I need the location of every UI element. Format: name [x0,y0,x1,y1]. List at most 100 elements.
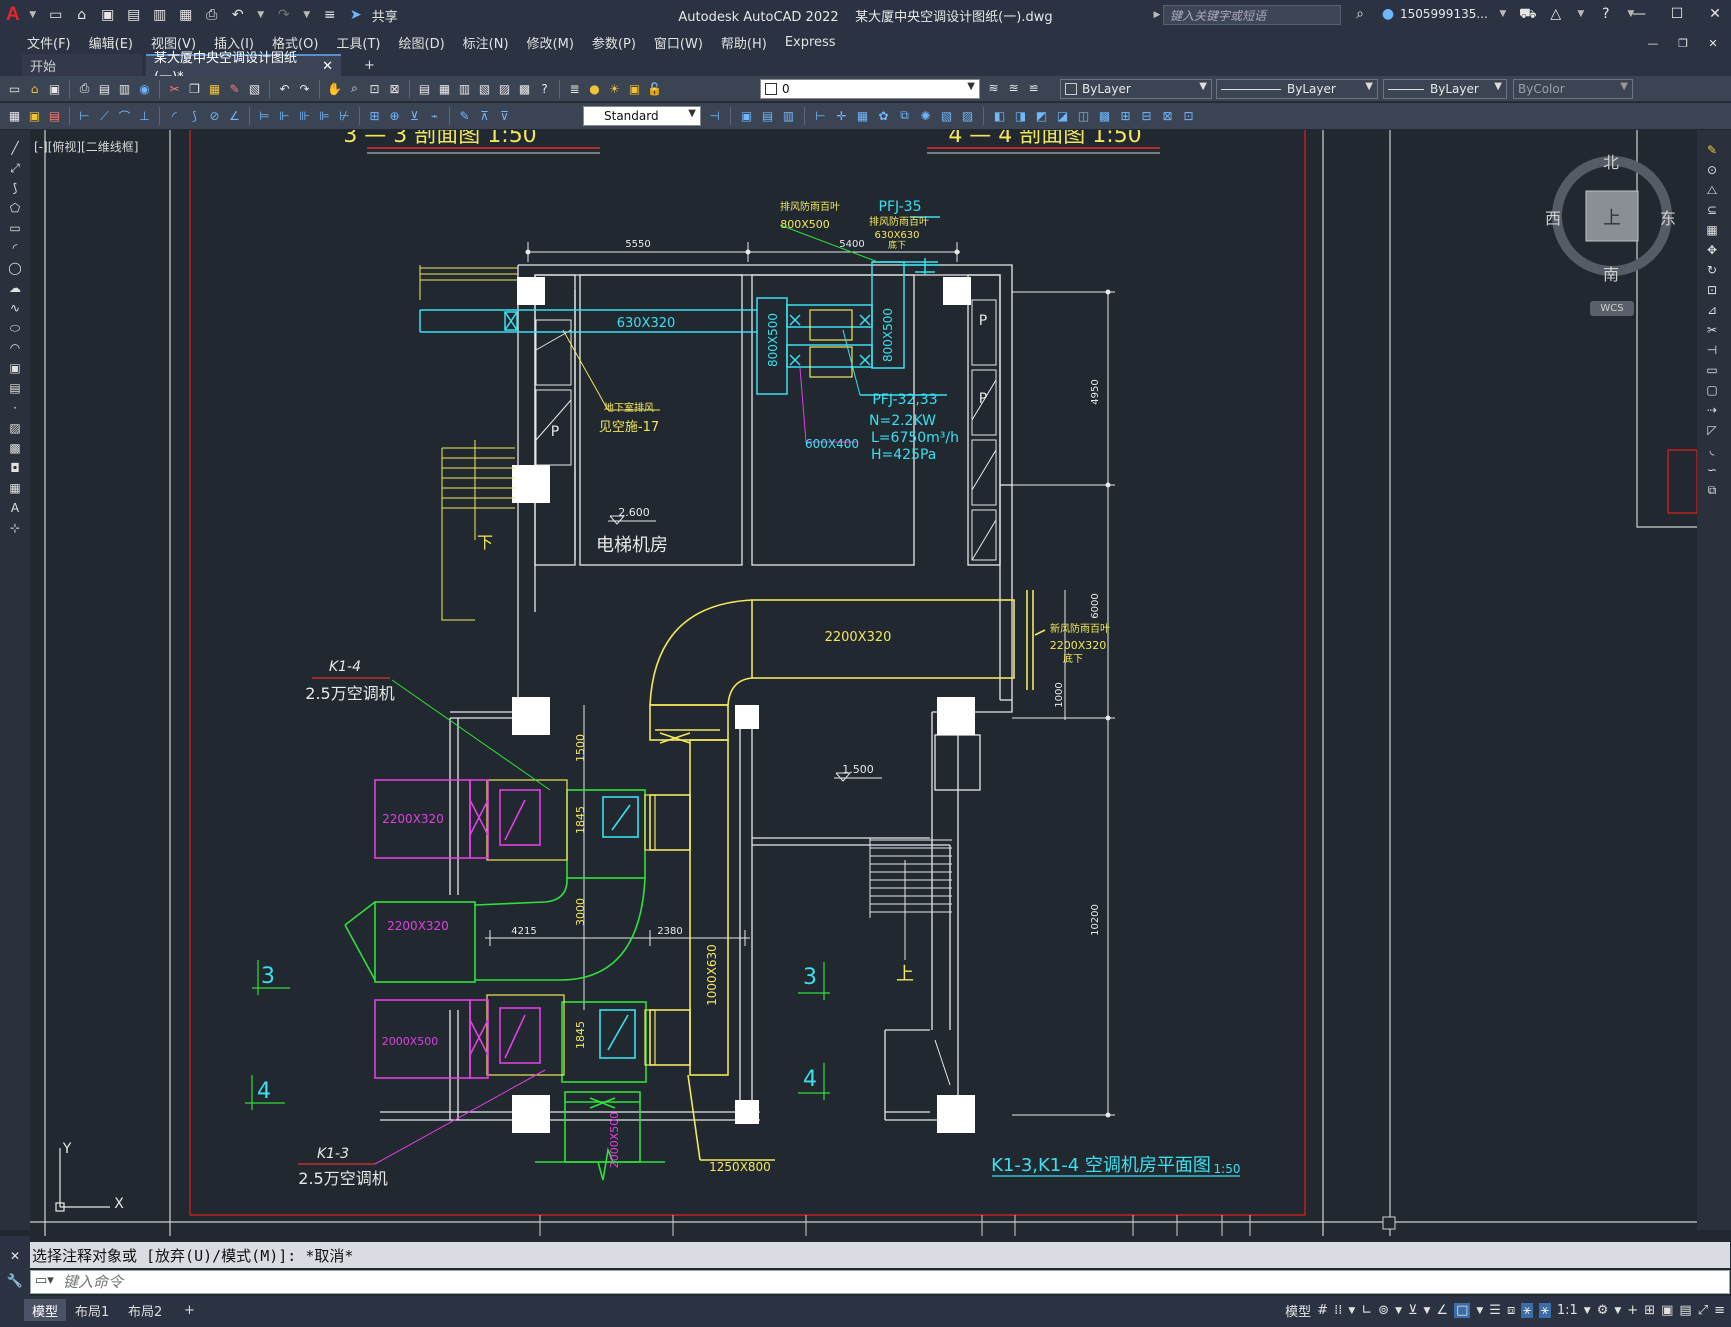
group-icon[interactable]: ▣ [738,107,755,124]
erase-icon[interactable]: ✎ [1704,142,1720,158]
add-vertex-icon[interactable]: ✛ [833,107,850,124]
fillet-icon[interactable]: ◟ [1704,442,1720,458]
tab-model[interactable]: 模型 [24,1299,67,1321]
help-icon[interactable]: ? [1596,4,1616,24]
dimedit-icon[interactable]: ✎ [456,108,473,125]
doc-minimize-icon[interactable]: — [1643,33,1663,53]
mtext-icon[interactable]: A [7,500,23,516]
redo-dropdown-icon[interactable]: ▼ [300,5,314,25]
stretch-icon[interactable]: ⊿ [1704,302,1720,318]
annotation-scale[interactable]: 1:1 [1557,1303,1578,1318]
move-icon[interactable]: ✥ [1704,242,1720,258]
dim-linear-icon[interactable]: ⊢ [76,108,93,125]
arc-icon[interactable]: ◜ [7,240,23,256]
rotate-icon[interactable]: ↻ [1704,262,1720,278]
break-icon[interactable]: ▢ [1704,382,1720,398]
cart-icon[interactable]: ⛟ [1518,4,1538,24]
text-front-icon[interactable]: ◫ [1075,107,1092,124]
polyline-icon[interactable]: ⟆ [7,180,23,196]
circle-icon[interactable]: ◯ [7,260,23,276]
workspace-dropdown-icon[interactable]: ▼ [1614,1306,1621,1316]
tb-open-icon[interactable]: ⌂ [26,80,43,97]
save-as-icon[interactable]: ▤ [124,5,144,25]
app-dropdown-icon[interactable]: ▼ [1574,4,1588,24]
ellipse-icon[interactable]: ⬭ [7,320,23,336]
app-logo-icon[interactable]: A [6,4,20,26]
tb-orbit-icon[interactable]: ▣ [26,108,43,125]
leader-front-icon[interactable]: ⊟ [1138,107,1155,124]
tb-calculator-icon[interactable]: ▩ [516,80,533,97]
plotstyle-dropdown[interactable]: ByColor ▼ [1513,79,1633,99]
close-icon[interactable]: ✕ [1705,4,1725,24]
explode-icon[interactable]: ⧉ [1704,482,1720,498]
region-icon[interactable]: ◘ [7,460,23,476]
menu-express[interactable]: Express [776,35,845,50]
lineweight-dropdown[interactable]: ByLayer ▼ [1383,79,1507,99]
dim-continue-icon[interactable]: ⊪ [296,108,313,125]
tb-preview-icon[interactable]: ▤ [96,80,113,97]
table-icon[interactable]: ▦ [7,480,23,496]
menu-file[interactable]: 文件(F) [18,33,80,52]
object-track-icon[interactable]: ∠ [1436,1303,1448,1318]
tb-matchprop-icon[interactable]: ✎ [226,80,243,97]
array-icon[interactable]: ▦ [1704,222,1720,238]
inspect-icon[interactable]: ⊻ [406,108,423,125]
dimstyle-manager-icon[interactable]: ⊣ [706,107,723,124]
dim-front-icon[interactable]: ⊞ [1117,107,1134,124]
center-mark-icon[interactable]: ⊕ [386,108,403,125]
insert-block-icon[interactable]: ▣ [7,360,23,376]
compass-west[interactable]: 西 [1545,205,1561,229]
draworder-back-icon[interactable]: ◨ [1012,107,1029,124]
distance-icon[interactable]: ⊢ [812,107,829,124]
maximize-icon[interactable]: ☐ [1667,4,1687,24]
viewcube[interactable]: 北 南 东 西 上 WCS [1545,143,1698,323]
tab-close-icon[interactable]: ✕ [322,59,333,74]
add-layout-button[interactable]: + [176,1299,203,1321]
polygon-icon[interactable]: ⬠ [7,200,23,216]
tb-markup-icon[interactable]: ▨ [496,80,513,97]
snap-icon[interactable]: ⁞⁞ [1334,1303,1342,1318]
tb-paste-icon[interactable]: ▦ [206,80,223,97]
dim-radius-icon[interactable]: ◜ [166,108,183,125]
group-edit-icon[interactable]: ▥ [780,107,797,124]
tb-cut-icon[interactable]: ✂ [166,80,183,97]
workspace-gear-icon[interactable]: ⚙ [1597,1303,1609,1318]
make-current-layer-icon[interactable]: ≋ [985,79,1002,96]
tb-redo-icon[interactable]: ↷ [296,80,313,97]
wipeout-icon[interactable]: ▧ [938,107,955,124]
dim-aligned-icon[interactable]: ⟋ [96,108,113,125]
search-expand-icon[interactable]: ▶ [1150,5,1164,25]
tb-ucs-icon[interactable]: ▦ [6,108,23,125]
hatch-back-icon[interactable]: ▩ [1096,107,1113,124]
lineweight-icon[interactable]: ☰ [1489,1303,1501,1318]
menu-dimension[interactable]: 标注(N) [454,33,518,52]
scale-icon[interactable]: ⊡ [1704,282,1720,298]
compass-south[interactable]: 南 [1603,261,1619,285]
image-clip-icon[interactable]: ⊠ [1159,107,1176,124]
customize-status-icon[interactable]: ≡ [1714,1303,1725,1318]
wcs-menu[interactable]: WCS [1590,301,1634,316]
tb-new-icon[interactable]: ▭ [6,80,23,97]
app-menu-chevron-icon[interactable]: ▼ [26,5,40,25]
customize-qa-icon[interactable]: ≡ [320,5,340,25]
iso-dropdown-icon[interactable]: ▼ [1424,1306,1431,1316]
menu-edit[interactable]: 编辑(E) [80,33,142,52]
tb-block-editor-icon[interactable]: ▧ [246,80,263,97]
viewcube-top-face[interactable]: 上 [1603,204,1621,230]
undo-dropdown-icon[interactable]: ▼ [254,5,268,25]
point-icon[interactable]: · [7,400,23,416]
tb-render-icon[interactable]: ▤ [46,108,63,125]
tb-zoom-window-icon[interactable]: ⊡ [366,80,383,97]
osnap-dropdown-icon[interactable]: ▼ [1476,1306,1483,1316]
clean-screen-icon[interactable]: ⤢ [1698,1303,1708,1318]
save-icon[interactable]: ▣ [98,5,118,25]
tab-layout1[interactable]: 布局1 [67,1299,117,1321]
rectangle-icon[interactable]: ▭ [7,220,23,236]
blend-icon[interactable]: ∽ [1704,462,1720,478]
tab-layout2[interactable]: 布局2 [120,1299,170,1321]
scale-dropdown-icon[interactable]: ▼ [1584,1306,1591,1316]
layer-freeze-icon[interactable]: ☀ [606,80,623,97]
menu-tools[interactable]: 工具(T) [327,33,389,52]
join-icon[interactable]: ⧉ [896,107,913,124]
draworder-front-icon[interactable]: ◧ [991,107,1008,124]
